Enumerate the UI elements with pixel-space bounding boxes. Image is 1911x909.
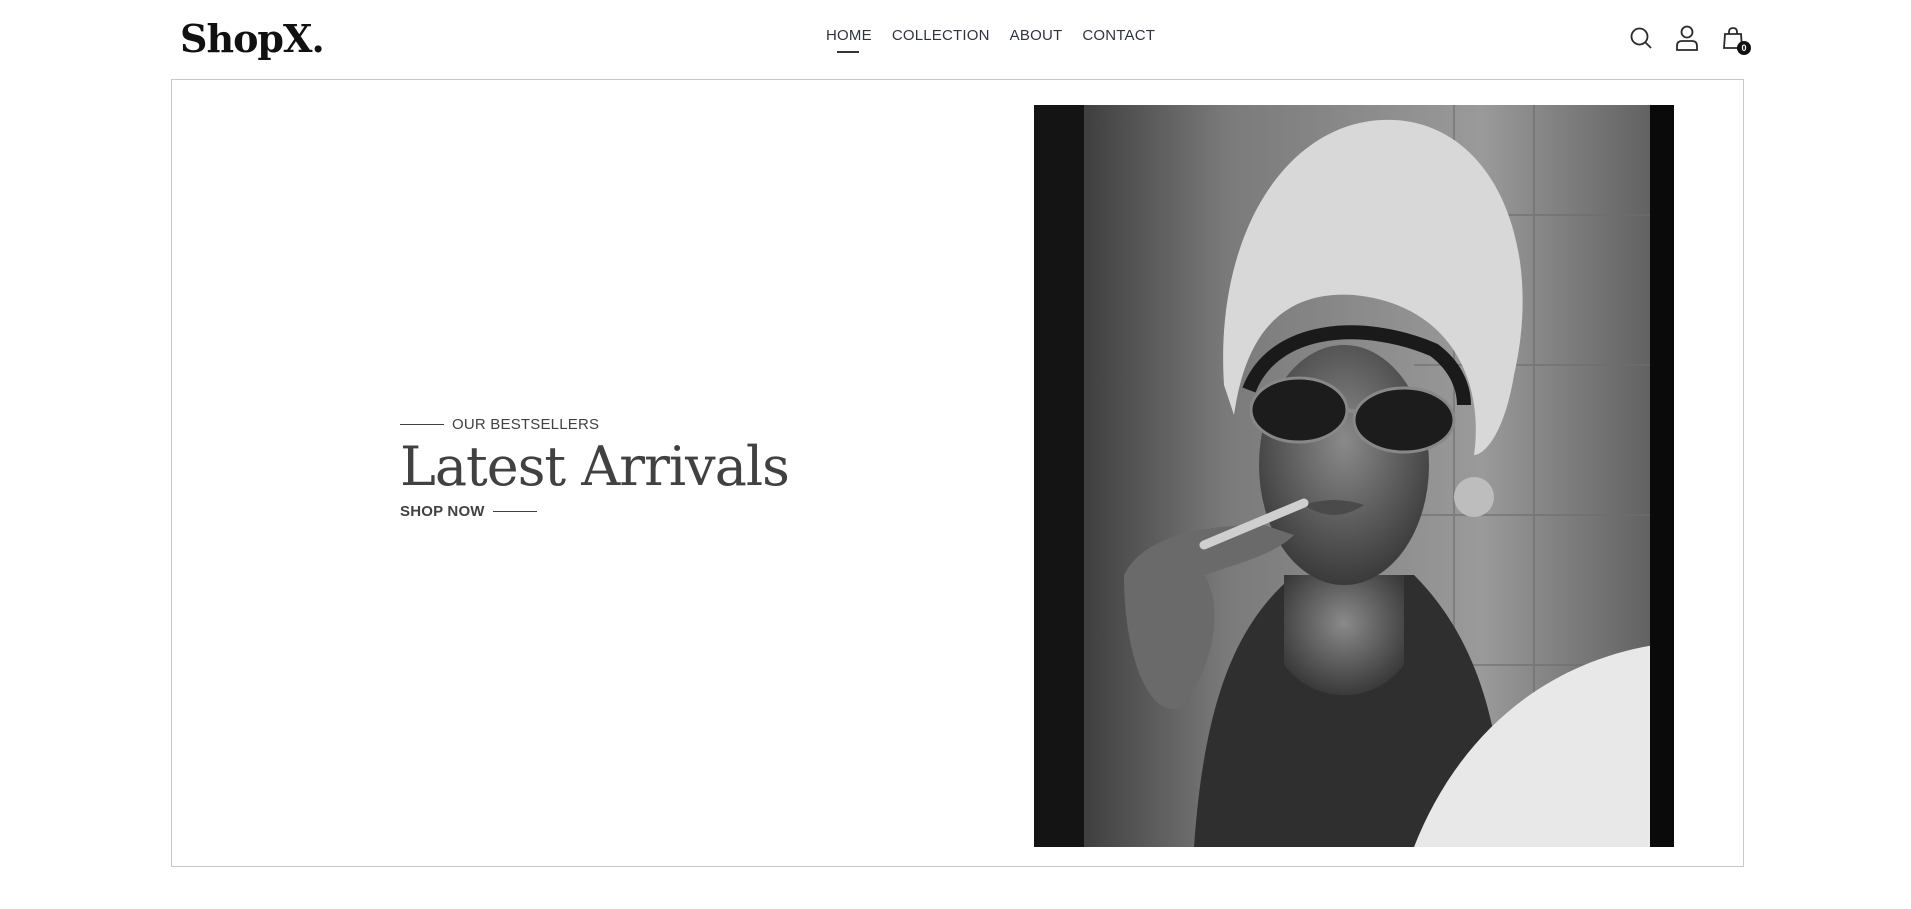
hero-eyebrow-label: OUR BESTSELLERS xyxy=(452,416,600,433)
header-icons: 0 xyxy=(1628,24,1751,55)
main-nav: HOME COLLECTION ABOUT CONTACT xyxy=(826,27,1155,53)
cta-divider-line xyxy=(492,510,537,513)
nav-link-home[interactable]: HOME xyxy=(826,27,872,44)
profile-button[interactable] xyxy=(1674,24,1700,52)
nav-link-about[interactable]: ABOUT xyxy=(1010,27,1063,44)
model-portrait-image xyxy=(1034,105,1674,847)
site-header: ShopX. HOME COLLECTION ABOUT CONTACT 0 xyxy=(0,0,1911,80)
nav-item-contact: CONTACT xyxy=(1082,27,1155,45)
user-icon xyxy=(1676,25,1698,51)
cart-button[interactable]: 0 xyxy=(1720,24,1751,55)
shop-now-label: SHOP NOW xyxy=(400,503,485,520)
hero-image xyxy=(1034,105,1674,847)
hero-eyebrow: OUR BESTSELLERS xyxy=(400,416,789,433)
nav-item-about: ABOUT xyxy=(1010,27,1063,45)
nav-item-home: HOME xyxy=(826,27,872,53)
cart-count-badge: 0 xyxy=(1737,41,1751,55)
search-button[interactable] xyxy=(1628,24,1654,52)
hero-section: OUR BESTSELLERS Latest Arrivals SHOP NOW xyxy=(171,79,1744,867)
hero-title: Latest Arrivals xyxy=(400,435,790,498)
nav-link-collection[interactable]: COLLECTION xyxy=(892,27,990,44)
hero-text-block: OUR BESTSELLERS Latest Arrivals SHOP NOW xyxy=(400,416,790,520)
brand-logo[interactable]: ShopX. xyxy=(180,14,325,64)
eyebrow-divider-line xyxy=(400,423,444,426)
nav-item-collection: COLLECTION xyxy=(892,27,990,45)
nav-link-contact[interactable]: CONTACT xyxy=(1082,27,1155,44)
search-icon xyxy=(1630,27,1652,49)
shop-now-link[interactable]: SHOP NOW xyxy=(400,503,789,520)
active-nav-indicator xyxy=(837,51,859,53)
